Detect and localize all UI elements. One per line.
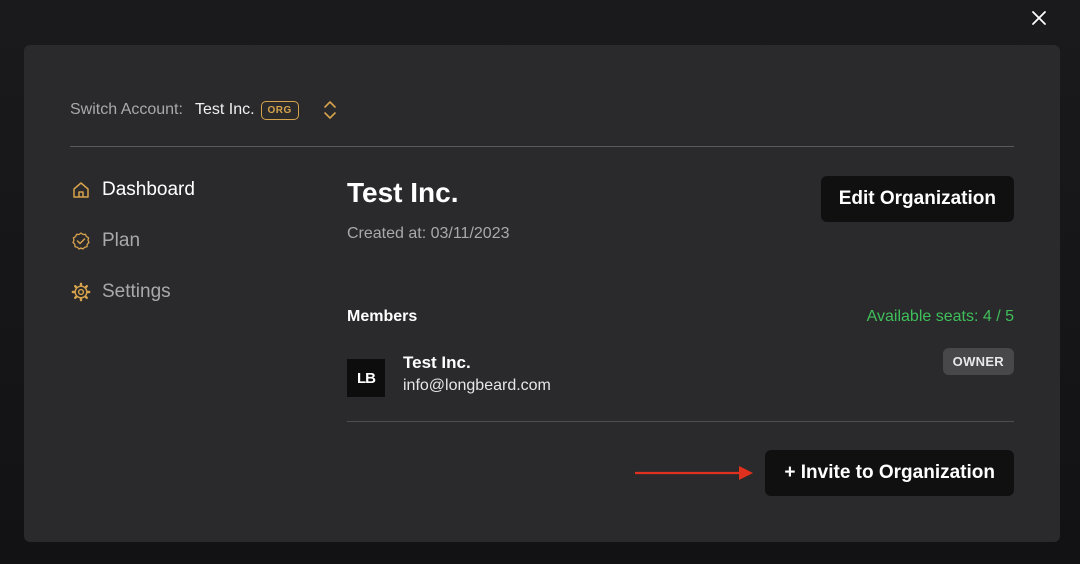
created-date: Created at: 03/11/2023 [347, 225, 510, 242]
home-icon [70, 179, 92, 201]
chevron-up-down-icon [324, 101, 336, 119]
organization-modal: Switch Account: Test Inc. ORG Dashboard [24, 45, 1060, 542]
current-account-name: Test Inc. [194, 101, 255, 118]
account-switcher: Switch Account: Test Inc. ORG [70, 97, 337, 123]
account-switch-toggle[interactable] [323, 100, 337, 120]
sidebar-item-label: Settings [102, 280, 171, 302]
member-name: Test Inc. [403, 353, 471, 372]
members-heading: Members [347, 308, 418, 325]
gear-icon [70, 281, 92, 303]
organization-title: Test Inc. [347, 177, 459, 208]
sidebar-item-label: Plan [102, 229, 141, 251]
org-badge: ORG [260, 100, 299, 120]
close-button[interactable] [1024, 6, 1054, 30]
avatar: LB [347, 359, 385, 397]
member-row: LB Test Inc. info@longbeard.com OWNER [347, 348, 1014, 407]
close-icon [1032, 11, 1046, 25]
edit-organization-button[interactable]: Edit Organization [820, 176, 1014, 222]
sidebar-nav: Dashboard Plan Settings [70, 175, 195, 328]
invite-to-organization-button[interactable]: + Invite to Organization [765, 450, 1014, 496]
invite-row: + Invite to Organization [347, 450, 1014, 496]
sidebar-item-dashboard[interactable]: Dashboard [70, 175, 195, 204]
header-divider [70, 146, 1014, 147]
members-divider [347, 421, 1014, 422]
switch-account-label: Switch Account: [70, 101, 183, 118]
annotation-arrow-icon [635, 466, 753, 480]
sidebar-item-label: Dashboard [102, 178, 195, 200]
sidebar-item-settings[interactable]: Settings [70, 277, 195, 306]
sidebar-item-plan[interactable]: Plan [70, 226, 195, 255]
available-seats: Available seats: 4 / 5 [866, 308, 1014, 325]
role-badge: OWNER [942, 348, 1014, 375]
member-email: info@longbeard.com [403, 377, 551, 394]
badge-check-icon [70, 230, 92, 252]
